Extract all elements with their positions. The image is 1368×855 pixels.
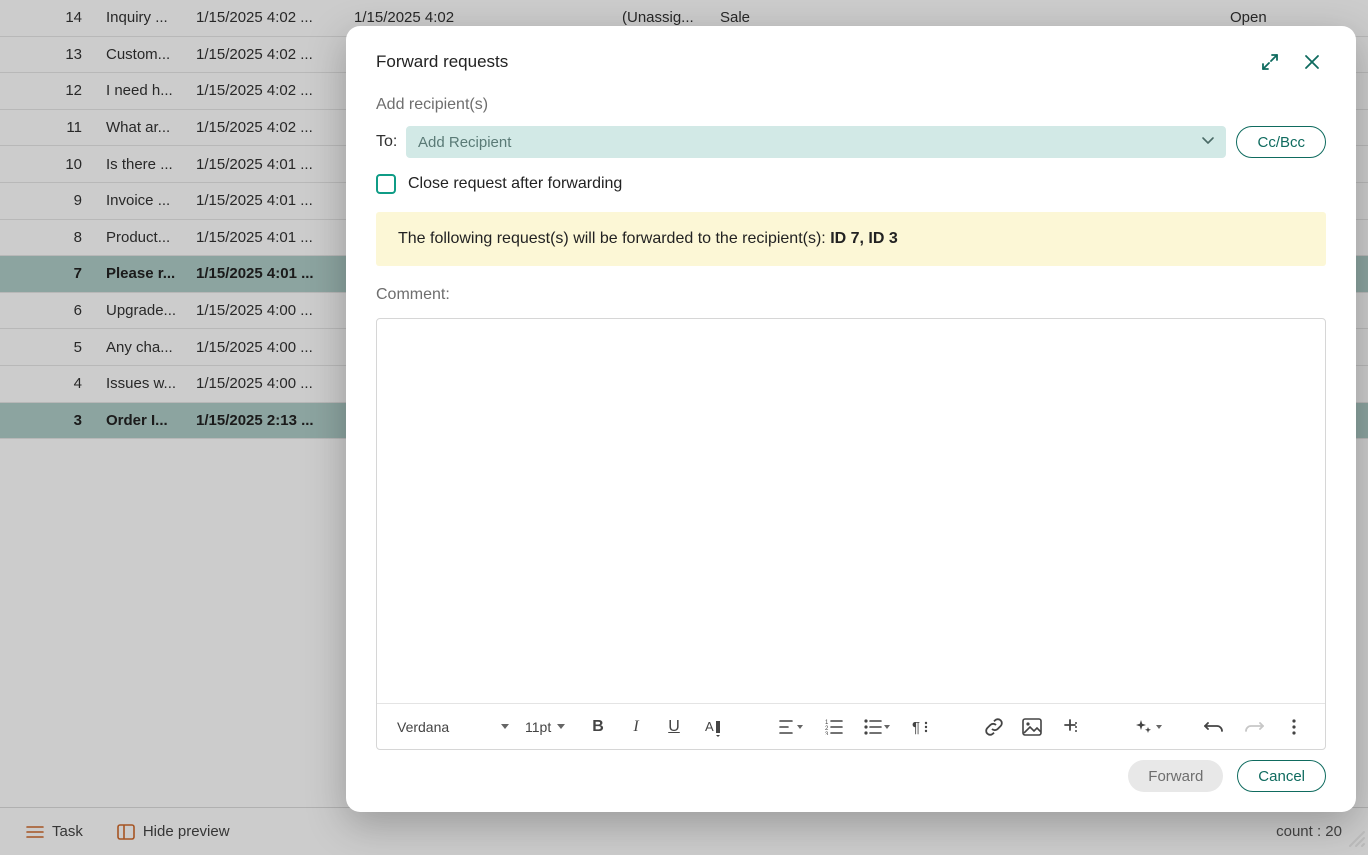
bold-button[interactable]: B	[583, 712, 613, 742]
chevron-down-icon[interactable]	[1200, 132, 1216, 153]
comment-label: Comment:	[376, 286, 1326, 304]
image-button[interactable]	[1017, 712, 1047, 742]
numbered-list-button[interactable]: 123	[819, 712, 849, 742]
modal-title: Forward requests	[376, 52, 508, 72]
undo-button[interactable]	[1199, 712, 1229, 742]
expand-icon[interactable]	[1256, 48, 1284, 76]
svg-text:A: A	[705, 719, 714, 734]
forward-button[interactable]: Forward	[1128, 760, 1223, 792]
svg-text:3: 3	[825, 732, 829, 735]
ai-button[interactable]	[1129, 712, 1169, 742]
insert-button[interactable]	[1055, 712, 1085, 742]
modal-header: Forward requests	[346, 26, 1356, 88]
paragraph-button[interactable]: ¶	[905, 712, 935, 742]
cancel-button[interactable]: Cancel	[1237, 760, 1326, 792]
bullet-list-button[interactable]	[857, 712, 897, 742]
redo-button[interactable]	[1239, 712, 1269, 742]
align-button[interactable]	[771, 712, 811, 742]
comment-editor: Verdana 11pt B I U A 123	[376, 318, 1326, 750]
recipient-placeholder: Add Recipient	[418, 134, 511, 151]
ccbcc-button[interactable]: Cc/Bcc	[1236, 126, 1326, 158]
close-after-checkbox[interactable]	[376, 174, 396, 194]
editor-canvas[interactable]	[377, 319, 1325, 703]
forward-requests-modal: Forward requests Add recipient(s) To: Ad…	[346, 26, 1356, 812]
more-button[interactable]	[1279, 712, 1309, 742]
recipient-input[interactable]: Add Recipient	[406, 126, 1226, 158]
italic-button[interactable]: I	[621, 712, 651, 742]
close-icon[interactable]	[1298, 48, 1326, 76]
font-family-label: Verdana	[397, 719, 449, 735]
resize-handle[interactable]	[1344, 826, 1366, 853]
link-button[interactable]	[979, 712, 1009, 742]
font-family-select[interactable]: Verdana	[393, 719, 513, 735]
forward-info-box: The following request(s) will be forward…	[376, 212, 1326, 266]
underline-button[interactable]: U	[659, 712, 689, 742]
add-recipients-heading: Add recipient(s)	[376, 96, 1326, 114]
modal-footer: Forward Cancel	[1128, 760, 1326, 792]
to-label: To:	[376, 133, 396, 151]
svg-text:¶: ¶	[912, 719, 920, 736]
editor-toolbar: Verdana 11pt B I U A 123	[377, 703, 1325, 749]
close-after-label: Close request after forwarding	[408, 175, 622, 193]
forward-info-text: The following request(s) will be forward…	[398, 230, 830, 247]
text-color-button[interactable]: A	[697, 712, 727, 742]
font-size-select[interactable]: 11pt	[521, 719, 575, 735]
forward-info-ids: ID 7, ID 3	[830, 230, 898, 247]
font-size-label: 11pt	[525, 719, 551, 735]
